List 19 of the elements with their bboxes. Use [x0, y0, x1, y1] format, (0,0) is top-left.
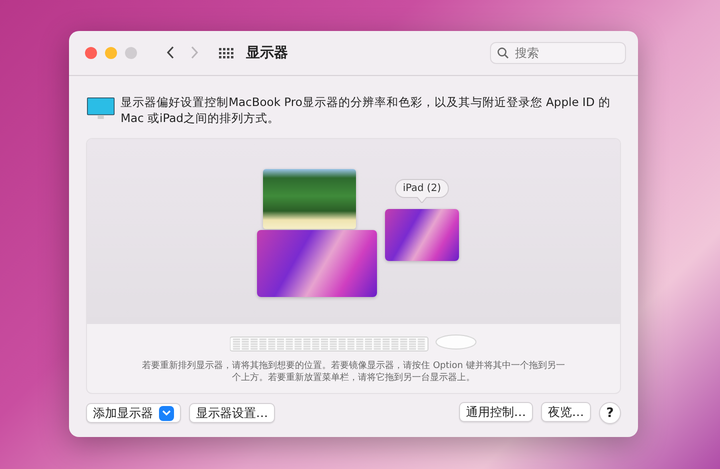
- grid-icon[interactable]: [219, 48, 234, 58]
- display-tooltip: iPad (2): [394, 179, 450, 203]
- close-button[interactable]: [85, 47, 97, 59]
- push-button[interactable]: 通用控制…: [459, 402, 533, 422]
- back-chevron-icon[interactable]: [167, 46, 175, 60]
- chevron-down-icon: [159, 406, 174, 420]
- description-text: 显示器偏好设置控制MacBook Pro显示器的分辨率和色彩，以及其与附近登录您 Apple ID 的 Mac 或iPad之间的排列方式。: [120, 94, 612, 126]
- search-field[interactable]: 搜索: [490, 42, 626, 64]
- add-display-popup[interactable]: 添加显示器: [86, 403, 181, 423]
- push-button[interactable]: 夜览…: [541, 402, 591, 422]
- display-wallpaper[interactable]: [257, 230, 377, 297]
- window-title: 显示器: [246, 44, 289, 62]
- push-button[interactable]: 显示器设置…: [189, 403, 275, 423]
- search-icon: [497, 47, 509, 59]
- display-screen-image[interactable]: [263, 169, 356, 229]
- help-button[interactable]: ?: [599, 402, 621, 424]
- hint-text: 若要重新排列显示器，请将其拖到想要的位置。若要镜像显示器，请按住 Option 键并将其中一个拖到另一个上方。若要重新放置菜单栏，请将它拖到另一台显示器上。: [141, 360, 566, 384]
- tooltip-pointer-icon: [417, 197, 427, 203]
- display-wallpaper[interactable]: [385, 209, 459, 261]
